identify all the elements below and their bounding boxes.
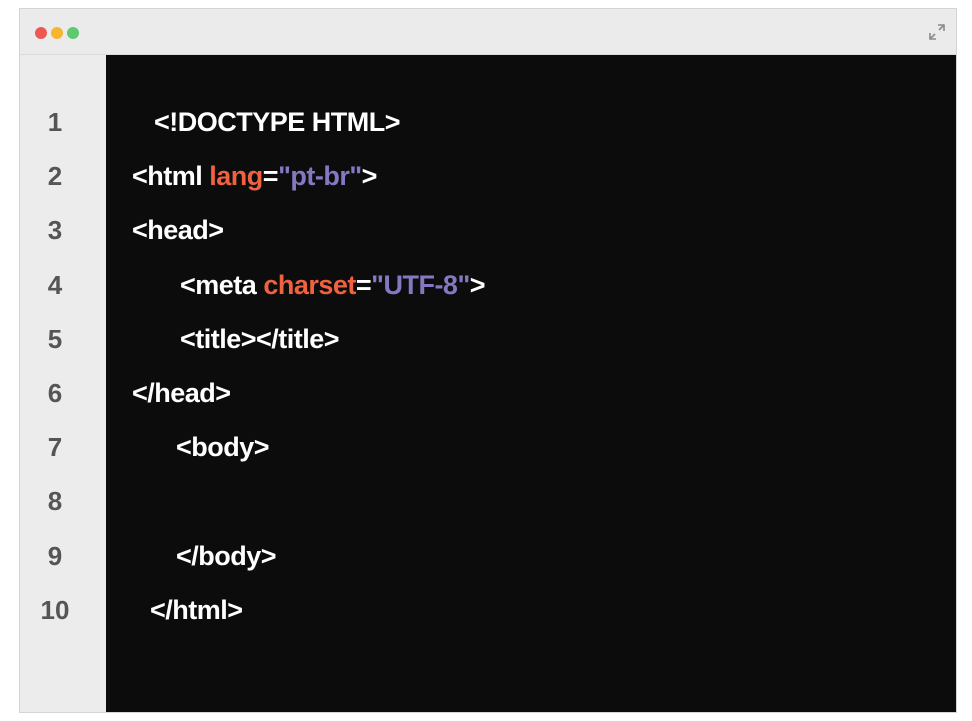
line-number: 1	[47, 107, 63, 137]
expand-arrows-icon[interactable]	[928, 23, 946, 41]
line-number: 5	[47, 323, 63, 354]
code-token-tag: <head>	[132, 215, 224, 246]
code-token-value: "pt-br"	[278, 161, 362, 192]
line-number: 7	[47, 432, 63, 463]
close-window-button[interactable]	[35, 27, 47, 39]
code-editor[interactable]: <!DOCTYPE HTML> <html lang="pt-br"> <head>…	[106, 55, 956, 712]
minimize-window-button[interactable]	[51, 27, 63, 39]
code-token-value: "UTF-8"	[371, 269, 470, 300]
code-token-tag: >	[469, 269, 486, 300]
code-token-tag: >	[361, 161, 378, 192]
line-number: 6	[47, 378, 63, 408]
code-window: 1 2 3 4 5 6 7 8 9 10 <!DOCTYPE HTML> <html lang="p…	[19, 8, 957, 713]
line-number: 2	[47, 161, 63, 192]
window-titlebar	[20, 9, 956, 55]
code-token-tag: <title></title>	[180, 323, 340, 354]
code-token-attribute: charset	[263, 269, 356, 300]
line-number-gutter: 1 2 3 4 5 6 7 8 9 10	[20, 55, 106, 712]
code-line: </body>	[176, 539, 277, 573]
line-number: 10	[40, 594, 70, 625]
code-line: <head>	[132, 213, 224, 247]
code-line: </head>	[132, 376, 231, 410]
code-line: <html lang="pt-br">	[132, 159, 377, 193]
code-line: <title></title>	[180, 322, 340, 356]
code-token-tag: <html	[132, 161, 210, 192]
code-token-tag: </html>	[150, 594, 243, 625]
code-token-tag: </head>	[132, 378, 231, 408]
code-line: <meta charset="UTF-8">	[180, 268, 486, 302]
line-number: 3	[47, 215, 63, 246]
maximize-window-button[interactable]	[67, 27, 79, 39]
code-line: <!DOCTYPE HTML>	[154, 105, 401, 139]
code-token-tag: <body>	[176, 432, 270, 463]
line-number: 9	[47, 540, 63, 571]
code-line: <body>	[176, 430, 270, 464]
code-token-attribute: lang	[209, 161, 263, 192]
code-token-tag: <!DOCTYPE HTML>	[154, 107, 401, 137]
code-token-tag: =	[355, 269, 372, 300]
line-number: 8	[47, 486, 63, 517]
code-token-tag: <meta	[180, 269, 264, 300]
code-token-tag: </body>	[176, 540, 277, 571]
code-line: </html>	[150, 593, 243, 627]
line-number: 4	[47, 269, 63, 300]
code-token-tag: =	[262, 161, 279, 192]
